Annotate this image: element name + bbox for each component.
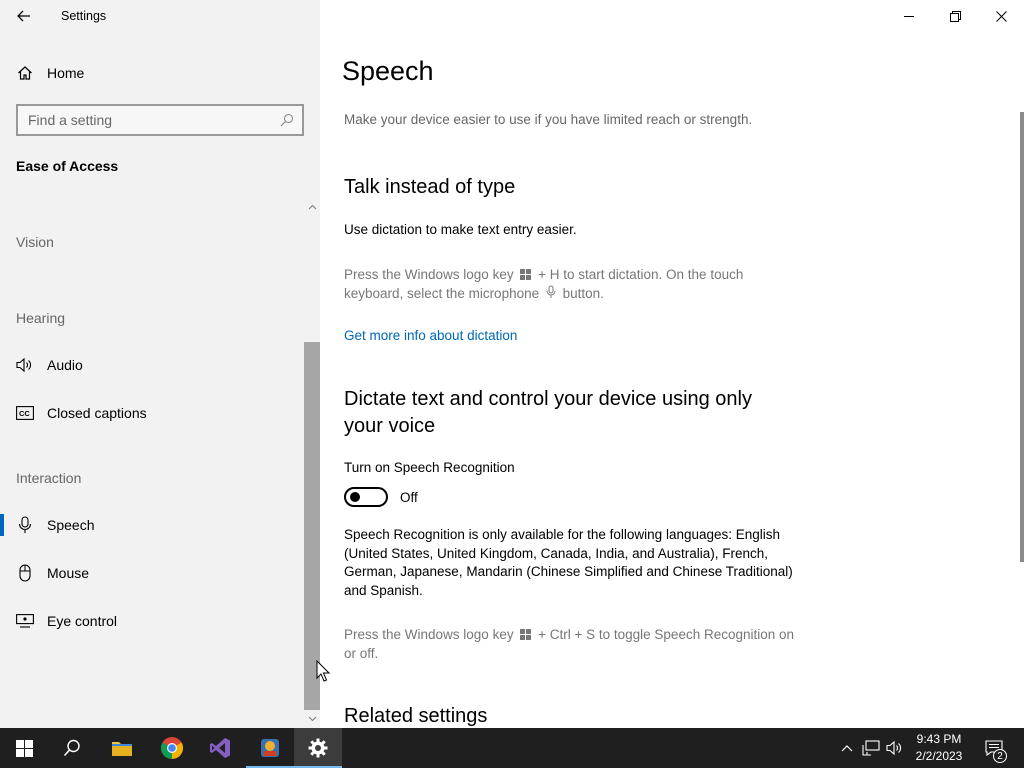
availability-text: Speech Recognition is only available for…: [344, 527, 793, 598]
sidebar-item-label: Eye control: [47, 613, 118, 629]
settings-content: Speech Make your device easier to use if…: [320, 0, 1024, 728]
start-button[interactable]: [0, 728, 48, 768]
mouse-icon: [15, 563, 35, 583]
taskbar: 9:43 PM 2/2/2023: [0, 728, 1024, 768]
search-box[interactable]: [16, 104, 304, 136]
sidebar-item-closed-captions[interactable]: CC Closed captions: [0, 393, 304, 433]
page-title: Speech: [342, 56, 434, 86]
dictation-description: Use dictation to make text entry easier.: [344, 222, 577, 237]
folder-icon: [112, 742, 132, 756]
search-icon: [63, 739, 80, 757]
sidebar-item-audio[interactable]: Audio: [0, 345, 304, 385]
chrome-icon: [161, 737, 183, 759]
section-title: Ease of Access: [16, 158, 119, 174]
action-center-button[interactable]: [978, 728, 1010, 768]
sidebar-item-label: Closed captions: [47, 405, 147, 421]
speaker-icon: [886, 740, 901, 756]
speech-recognition-toggle-row: Off: [344, 487, 418, 507]
network-button[interactable]: [860, 728, 882, 768]
show-hidden-icons-button[interactable]: [838, 728, 856, 768]
microphone-icon: [546, 285, 556, 298]
closed-captions-icon: CC: [15, 403, 35, 423]
content-scrollbar[interactable]: [1020, 112, 1024, 562]
home-icon: [17, 65, 33, 81]
windows-start-icon: [15, 739, 33, 757]
chevron-up-icon: [841, 745, 853, 752]
back-button[interactable]: [8, 4, 40, 28]
clock-time: 9:43 PM: [916, 732, 962, 746]
nav-home[interactable]: Home: [0, 57, 304, 89]
visual-studio-icon: [210, 738, 230, 758]
visual-studio-button[interactable]: [196, 728, 244, 768]
taskbar-search-button[interactable]: [48, 728, 96, 768]
nav-home-label: Home: [47, 65, 85, 81]
sidebar-scroll-thumb[interactable]: [304, 342, 320, 710]
windows-logo-icon: [520, 269, 532, 280]
toggle-knob: [350, 492, 360, 502]
svg-text:CC: CC: [19, 409, 30, 418]
dictation-hint-part3: button.: [562, 285, 604, 301]
notification-count-badge: 2: [993, 749, 1007, 763]
settings-sidebar: Settings Home Ease of Access Vision Hear…: [0, 0, 320, 728]
talk-heading: Talk instead of type: [344, 176, 516, 198]
speech-recognition-hint: Press the Windows logo key + Ctrl + S to…: [344, 626, 796, 663]
microphone-icon: [15, 515, 35, 535]
sidebar-scrollbar[interactable]: [304, 200, 320, 728]
scroll-down-icon[interactable]: [304, 712, 320, 726]
group-label-interaction: Interaction: [16, 470, 82, 486]
sidebar-item-label: Mouse: [47, 565, 90, 581]
gear-icon: [308, 738, 328, 758]
sidebar-item-eye-control[interactable]: Eye control: [0, 601, 304, 641]
file-explorer-button[interactable]: [98, 728, 146, 768]
speaker-icon: [15, 355, 35, 375]
restore-button[interactable]: [932, 0, 978, 32]
back-arrow-icon: [17, 10, 30, 22]
window-controls: [886, 0, 1024, 32]
dictation-info-link[interactable]: Get more info about dictation: [344, 328, 517, 343]
scroll-up-icon[interactable]: [304, 200, 320, 214]
eye-control-icon: [15, 611, 35, 631]
dictation-hint-part1: Press the Windows logo key: [344, 267, 514, 282]
settings-taskbar-button[interactable]: [294, 728, 342, 768]
dictate-heading: Dictate text and control your device usi…: [344, 388, 752, 437]
app-button[interactable]: [246, 728, 294, 768]
volume-button[interactable]: [884, 728, 906, 768]
related-settings-heading: Related settings: [344, 705, 488, 727]
speech-hint-part1: Press the Windows logo key: [344, 627, 514, 642]
network-icon: [862, 740, 880, 756]
sidebar-item-label: Speech: [47, 517, 95, 533]
mouse-pointer-icon: [316, 660, 330, 682]
speech-recognition-toggle[interactable]: [344, 487, 388, 507]
minimize-button[interactable]: [886, 0, 932, 32]
page-subtitle: Make your device easier to use if you ha…: [344, 112, 753, 127]
clock-date: 2/2/2023: [915, 749, 963, 763]
close-icon: [995, 10, 1007, 22]
restore-icon: [949, 10, 961, 22]
sidebar-item-mouse[interactable]: Mouse: [0, 553, 304, 593]
window-title: Settings: [61, 9, 107, 23]
sidebar-item-label: Audio: [47, 357, 83, 373]
windows-logo-icon: [520, 629, 532, 640]
close-button[interactable]: [978, 0, 1024, 32]
speech-recognition-label: Turn on Speech Recognition: [344, 460, 515, 475]
sidebar-item-speech[interactable]: Speech: [0, 505, 304, 545]
clock[interactable]: 9:43 PM 2/2/2023: [906, 730, 972, 766]
search-input[interactable]: [18, 106, 272, 134]
dictation-hint: Press the Windows logo key + H to start …: [344, 266, 796, 303]
group-label-vision: Vision: [16, 234, 54, 250]
search-icon[interactable]: [272, 106, 302, 134]
app-icon: [261, 739, 279, 757]
group-label-hearing: Hearing: [16, 310, 66, 326]
chrome-button[interactable]: [148, 728, 196, 768]
minimize-icon: [903, 15, 914, 17]
toggle-state-label: Off: [400, 489, 418, 505]
